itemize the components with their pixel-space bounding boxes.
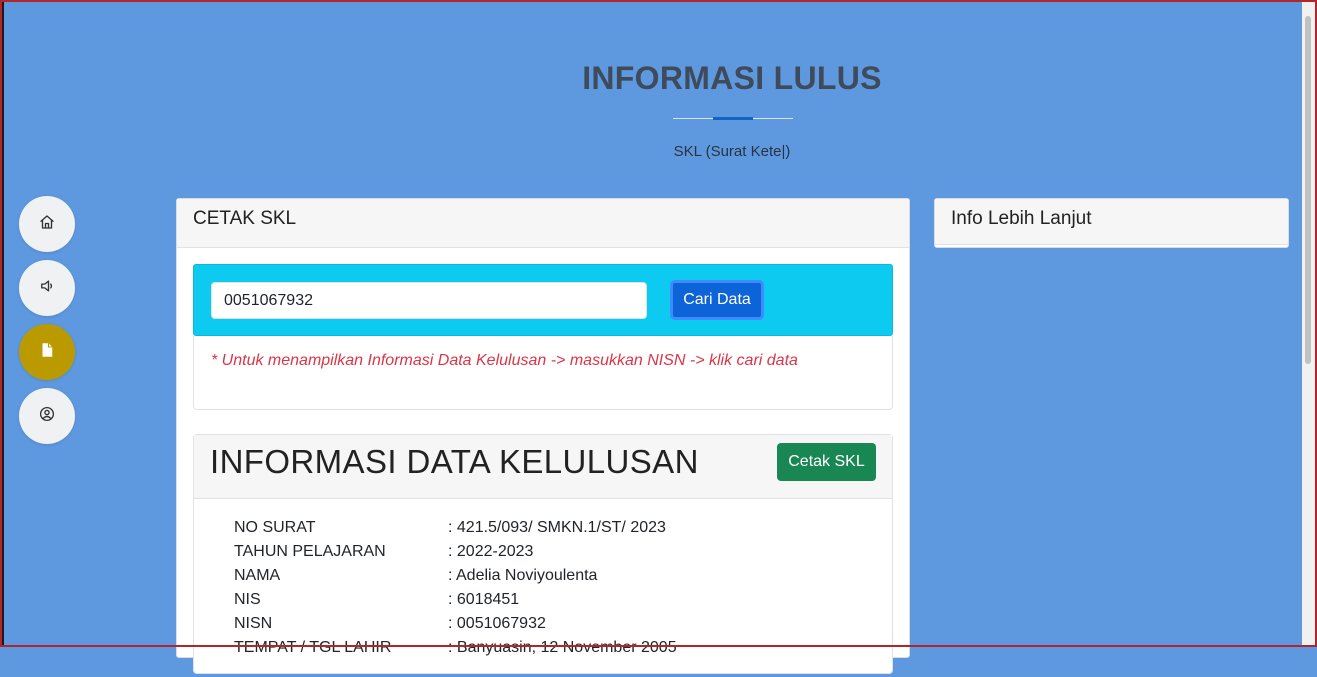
- nav-home-button[interactable]: [19, 196, 75, 252]
- detail-row-tahun-pelajaran: TAHUN PELAJARAN : 2022-2023: [234, 540, 852, 564]
- page-scrollbar[interactable]: [1302, 2, 1315, 645]
- detail-label: NO SURAT: [234, 519, 316, 536]
- nav-announcement-button[interactable]: [19, 260, 75, 316]
- info-kelulusan-card: INFORMASI DATA KELULUSAN Cetak SKL NO SU…: [193, 434, 893, 674]
- detail-label: NAMA: [234, 567, 281, 584]
- document-icon: [38, 341, 56, 364]
- detail-value: : Adelia Noviyoulenta: [448, 567, 598, 584]
- home-icon: [38, 213, 56, 236]
- cetak-skl-card: CETAK SKL Cari Data * Untuk menampilkan …: [176, 198, 910, 674]
- cari-data-button[interactable]: Cari Data: [670, 280, 764, 320]
- scrollbar-thumb[interactable]: [1305, 16, 1311, 364]
- detail-label: TAHUN PELAJARAN: [234, 543, 386, 560]
- cetak-skl-button[interactable]: Cetak SKL: [777, 443, 876, 481]
- detail-row-no-surat: NO SURAT : 421.5/093/ SMKN.1/ST/ 2023: [234, 516, 852, 540]
- info-lebih-lanjut-header: Info Lebih Lanjut: [935, 199, 1288, 245]
- detail-row-nis: NIS : 6018451: [234, 588, 852, 612]
- detail-label: TEMPAT / TGL LAHIR: [234, 639, 392, 656]
- detail-label: NIS: [234, 591, 261, 608]
- detail-value: : 421.5/093/ SMKN.1/ST/ 2023: [448, 519, 666, 536]
- detail-value: : 2022-2023: [448, 543, 534, 560]
- detail-value: : 6018451: [448, 591, 520, 608]
- page-subtitle: SKL (Surat Kete|): [673, 143, 791, 160]
- info-lebih-lanjut-card: Info Lebih Lanjut: [934, 198, 1289, 248]
- detail-row-nisn: NISN : 0051067932: [234, 612, 852, 636]
- info-kelulusan-details: NO SURAT : 421.5/093/ SMKN.1/ST/ 2023 TAH…: [194, 499, 892, 677]
- detail-value: : Banyuasin, 12 November 2005: [448, 639, 677, 656]
- info-kelulusan-title: INFORMASI DATA KELULUSAN: [210, 443, 699, 480]
- search-panel: Cari Data: [193, 264, 893, 336]
- speaker-icon: [38, 277, 56, 300]
- search-hint: * Untuk menampilkan Informasi Data Kelul…: [211, 352, 798, 369]
- detail-row-tempat-tgl-lahir: TEMPAT / TGL LAHIR : Banyuasin, 12 Novemb…: [234, 636, 852, 660]
- title-divider-accent: [713, 117, 753, 120]
- user-circle-icon: [38, 405, 56, 428]
- detail-label: NISN: [234, 615, 273, 632]
- detail-value: : 0051067932: [448, 615, 546, 632]
- search-hint-box: * Untuk menampilkan Informasi Data Kelul…: [193, 336, 893, 410]
- nisn-search-input[interactable]: [211, 282, 647, 319]
- info-kelulusan-header: INFORMASI DATA KELULUSAN Cetak SKL: [194, 435, 892, 499]
- page-title: INFORMASI LULUS: [582, 60, 882, 96]
- nav-skl-button[interactable]: [19, 324, 75, 380]
- detail-row-nama: NAMA : Adelia Noviyoulenta: [234, 564, 852, 588]
- nav-profile-button[interactable]: [19, 388, 75, 444]
- cetak-skl-header: CETAK SKL: [177, 199, 909, 248]
